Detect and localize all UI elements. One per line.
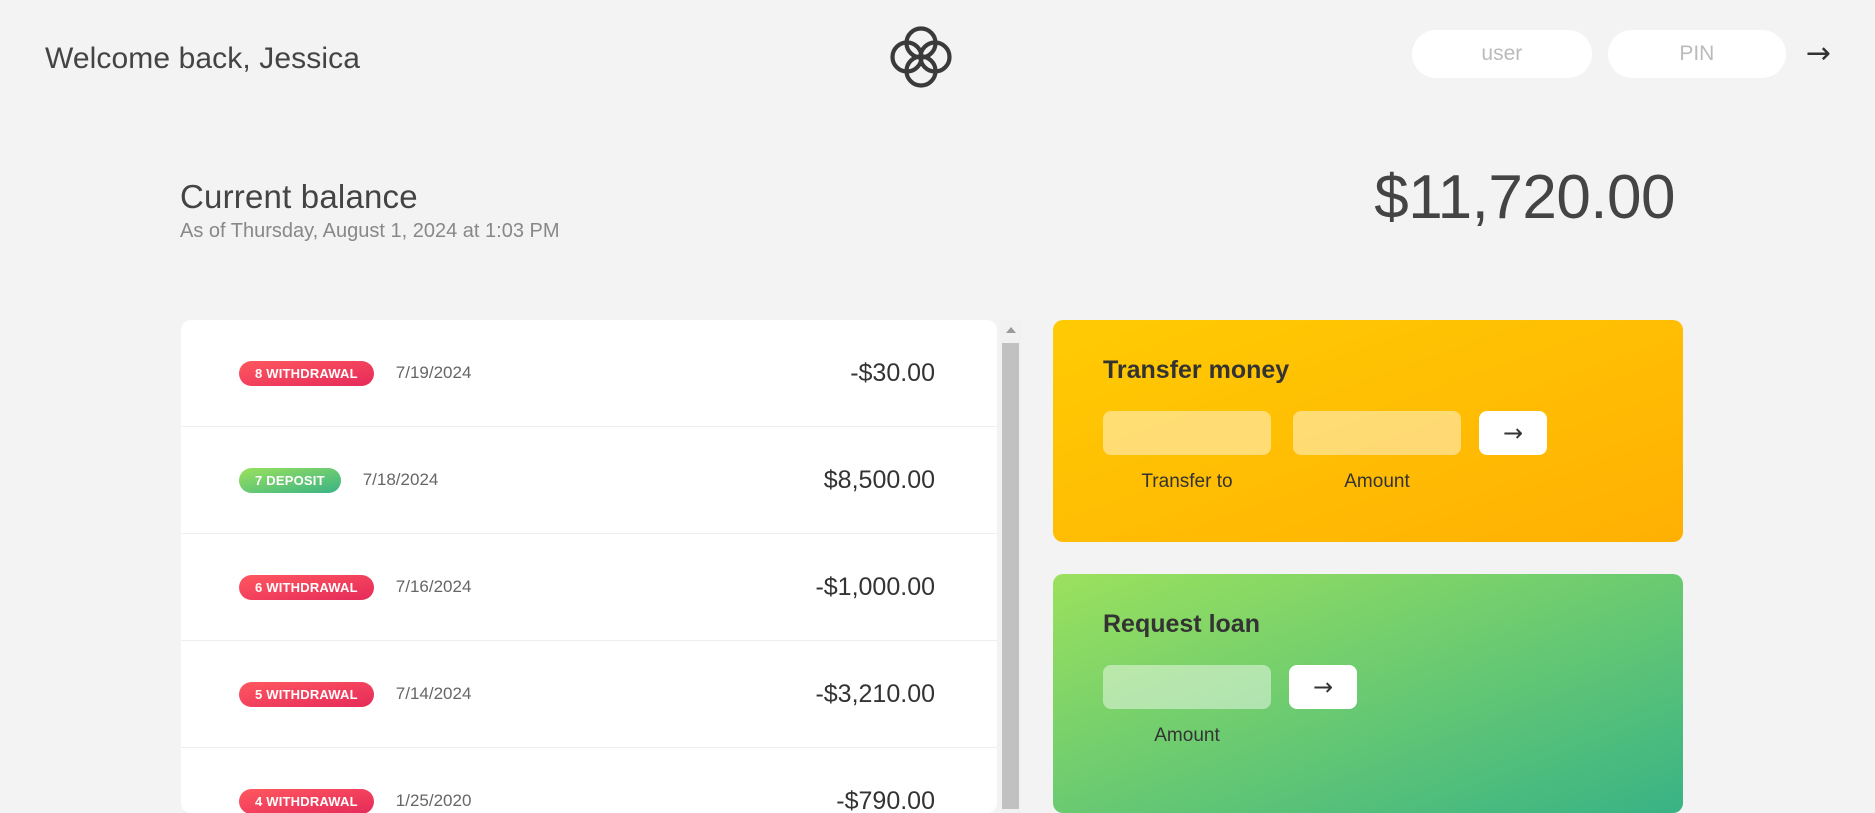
table-row[interactable]: 5 WITHDRAWAL 7/14/2024 -$3,210.00 bbox=[181, 641, 997, 748]
movement-date: 7/16/2024 bbox=[395, 577, 472, 596]
transfer-form: Transfer to Amount → bbox=[1103, 411, 1633, 493]
transfer-to-label: Transfer to bbox=[1141, 471, 1233, 492]
loan-amount-field: Amount bbox=[1103, 665, 1271, 747]
balance-section: Current balance As of Thursday, August 1… bbox=[180, 163, 1675, 243]
balance-label: Current balance bbox=[180, 178, 418, 215]
movement-date: 7/19/2024 bbox=[395, 363, 472, 382]
transfer-amount-label: Amount bbox=[1344, 471, 1410, 492]
transfer-amount-input[interactable] bbox=[1293, 411, 1461, 455]
movements-scrollbar[interactable] bbox=[1000, 320, 1021, 813]
login-form: → bbox=[1411, 30, 1835, 78]
transfer-to-input[interactable] bbox=[1103, 411, 1271, 455]
table-row[interactable]: 7 DEPOSIT 7/18/2024 $8,500.00 bbox=[181, 427, 997, 534]
transfer-to-field: Transfer to bbox=[1103, 411, 1271, 493]
loan-title: Request loan bbox=[1103, 610, 1260, 638]
loan-form: Amount → bbox=[1103, 665, 1633, 747]
table-row[interactable]: 8 WITHDRAWAL 7/19/2024 -$30.00 bbox=[181, 320, 997, 427]
transfer-submit-button[interactable]: → bbox=[1479, 411, 1547, 455]
pin-input[interactable] bbox=[1607, 30, 1786, 78]
transfer-title: Transfer money bbox=[1103, 356, 1290, 384]
transfer-money-card: Transfer money Transfer to Amount → bbox=[1053, 320, 1683, 542]
loan-submit-button[interactable]: → bbox=[1289, 665, 1357, 709]
loan-amount-label: Amount bbox=[1154, 725, 1220, 746]
movement-value: -$3,210.00 bbox=[815, 679, 935, 708]
movement-type-badge: 7 DEPOSIT bbox=[239, 467, 341, 493]
movement-value: -$1,000.00 bbox=[815, 572, 935, 601]
transfer-amount-field: Amount bbox=[1293, 411, 1461, 493]
movement-type-badge: 4 WITHDRAWAL bbox=[239, 788, 374, 813]
table-row[interactable]: 6 WITHDRAWAL 7/16/2024 -$1,000.00 bbox=[181, 534, 997, 641]
scrollbar-thumb[interactable] bbox=[1002, 343, 1019, 809]
movement-value: $8,500.00 bbox=[823, 465, 935, 494]
four-circles-logo bbox=[882, 18, 960, 96]
triangle-up-icon[interactable] bbox=[1000, 320, 1021, 340]
movement-value: -$30.00 bbox=[850, 358, 935, 387]
movement-type-badge: 6 WITHDRAWAL bbox=[239, 574, 374, 600]
movement-date: 1/25/2020 bbox=[395, 791, 472, 810]
balance-date: As of Thursday, August 1, 2024 at 1:03 P… bbox=[180, 220, 560, 242]
table-row[interactable]: 4 WITHDRAWAL 1/25/2020 -$790.00 bbox=[181, 748, 997, 813]
movement-type-badge: 5 WITHDRAWAL bbox=[239, 681, 374, 707]
movements-list[interactable]: 8 WITHDRAWAL 7/19/2024 -$30.00 7 DEPOSIT… bbox=[181, 320, 997, 813]
request-loan-card: Request loan Amount → bbox=[1053, 574, 1683, 813]
balance-value: $11,720.00 bbox=[1374, 163, 1675, 232]
movement-date: 7/14/2024 bbox=[395, 684, 472, 703]
movement-value: -$790.00 bbox=[836, 786, 935, 813]
loan-amount-input[interactable] bbox=[1103, 665, 1271, 709]
username-input[interactable] bbox=[1411, 30, 1592, 78]
login-submit-button[interactable]: → bbox=[1802, 39, 1835, 69]
welcome-message: Welcome back, Jessica bbox=[45, 42, 360, 75]
balance-text-block: Current balance As of Thursday, August 1… bbox=[180, 178, 560, 243]
movement-date: 7/18/2024 bbox=[362, 470, 439, 489]
movement-type-badge: 8 WITHDRAWAL bbox=[239, 360, 374, 386]
